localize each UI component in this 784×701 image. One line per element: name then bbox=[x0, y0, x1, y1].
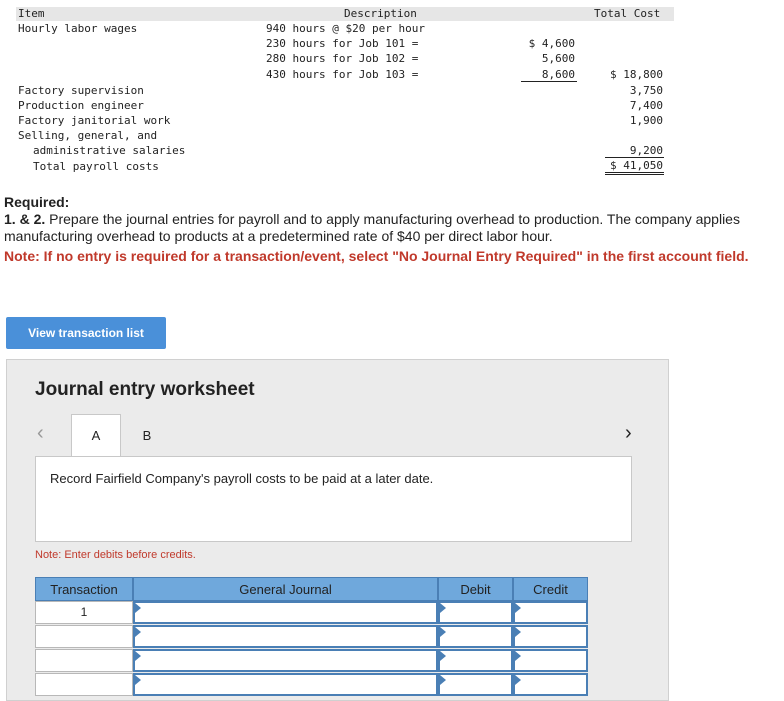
desc-job101: 230 hours for Job 101 = bbox=[266, 37, 419, 50]
chevron-right-icon[interactable]: › bbox=[625, 422, 632, 445]
item-janitorial: Factory janitorial work bbox=[18, 114, 171, 127]
total-janitorial: 1,900 bbox=[629, 114, 663, 127]
total-selling: 9,200 bbox=[629, 144, 663, 157]
total-payroll-amount: $ 41,050 bbox=[610, 159, 663, 172]
desc-job102: 280 hours for Job 102 = bbox=[266, 52, 419, 65]
input-marker-icon bbox=[515, 627, 521, 637]
required-title: Required: bbox=[4, 194, 70, 210]
item-factory-supervision: Factory supervision bbox=[18, 84, 144, 97]
journal-entry-worksheet: Journal entry worksheet ‹ A B › Record F… bbox=[6, 359, 669, 701]
header-description: Description bbox=[344, 7, 417, 20]
input-marker-icon bbox=[440, 603, 446, 613]
amount-job101: $ 4,600 bbox=[528, 37, 575, 50]
transaction-description: Record Fairfield Company's payroll costs… bbox=[50, 471, 434, 486]
credit-input[interactable] bbox=[513, 601, 588, 624]
total-hourly-wages: $ 18,800 bbox=[610, 68, 663, 81]
col-credit: Credit bbox=[513, 577, 588, 601]
header-total-cost: Total Cost bbox=[594, 7, 661, 20]
input-marker-icon bbox=[440, 627, 446, 637]
item-total-payroll: Total payroll costs bbox=[33, 160, 159, 173]
account-input[interactable] bbox=[133, 625, 438, 648]
dropdown-arrow-icon bbox=[135, 603, 141, 613]
input-marker-icon bbox=[515, 603, 521, 613]
col-general-journal: General Journal bbox=[133, 577, 438, 601]
view-transaction-list-button[interactable]: View transaction list bbox=[6, 317, 166, 349]
required-prefix: 1. & 2. bbox=[4, 211, 46, 227]
credit-input[interactable] bbox=[513, 649, 588, 672]
chevron-left-icon[interactable]: ‹ bbox=[37, 422, 44, 445]
required-body: Prepare the journal entries for payroll … bbox=[4, 211, 740, 244]
dropdown-arrow-icon bbox=[135, 651, 141, 661]
debit-input[interactable] bbox=[438, 601, 513, 624]
dropdown-arrow-icon bbox=[135, 627, 141, 637]
worksheet-title: Journal entry worksheet bbox=[35, 379, 255, 400]
tab-a[interactable]: A bbox=[71, 414, 121, 456]
required-text: 1. & 2. Prepare the journal entries for … bbox=[4, 211, 782, 245]
debit-input[interactable] bbox=[438, 625, 513, 648]
transaction-cell bbox=[35, 625, 133, 648]
header-item: Item bbox=[18, 7, 45, 20]
col-debit: Debit bbox=[438, 577, 513, 601]
debits-note: Note: Enter debits before credits. bbox=[35, 549, 196, 561]
double-rule-top bbox=[605, 172, 664, 173]
col-transaction: Transaction bbox=[35, 577, 133, 601]
transaction-cell bbox=[35, 673, 133, 696]
transaction-description-box: Record Fairfield Company's payroll costs… bbox=[35, 456, 632, 542]
desc-job103: 430 hours for Job 103 = bbox=[266, 68, 419, 81]
total-rule bbox=[605, 157, 664, 158]
transaction-cell: 1 bbox=[35, 601, 133, 624]
transaction-number: 1 bbox=[80, 605, 88, 619]
dropdown-arrow-icon bbox=[135, 675, 141, 685]
input-marker-icon bbox=[440, 675, 446, 685]
debit-input[interactable] bbox=[438, 673, 513, 696]
item-selling-line1: Selling, general, and bbox=[18, 129, 158, 142]
desc-hours-rate: 940 hours @ $20 per hour bbox=[266, 22, 425, 35]
debit-input[interactable] bbox=[438, 649, 513, 672]
input-marker-icon bbox=[440, 651, 446, 661]
item-production-engineer: Production engineer bbox=[18, 99, 144, 112]
item-selling-line2: administrative salaries bbox=[33, 144, 186, 157]
subtotal-rule bbox=[521, 81, 577, 82]
double-rule-bottom bbox=[605, 174, 664, 175]
input-marker-icon bbox=[515, 675, 521, 685]
required-note: Note: If no entry is required for a tran… bbox=[4, 248, 749, 264]
tab-b[interactable]: B bbox=[122, 414, 172, 456]
item-hourly-wages: Hourly labor wages bbox=[18, 22, 138, 35]
total-production-engineer: 7,400 bbox=[629, 99, 663, 112]
account-input[interactable] bbox=[133, 673, 438, 696]
total-factory-supervision: 3,750 bbox=[629, 84, 663, 97]
credit-input[interactable] bbox=[513, 625, 588, 648]
amount-job102: 5,600 bbox=[541, 52, 575, 65]
account-input[interactable] bbox=[133, 649, 438, 672]
credit-input[interactable] bbox=[513, 673, 588, 696]
account-input[interactable] bbox=[133, 601, 438, 624]
input-marker-icon bbox=[515, 651, 521, 661]
transaction-cell bbox=[35, 649, 133, 672]
amount-job103: 8,600 bbox=[541, 68, 575, 81]
